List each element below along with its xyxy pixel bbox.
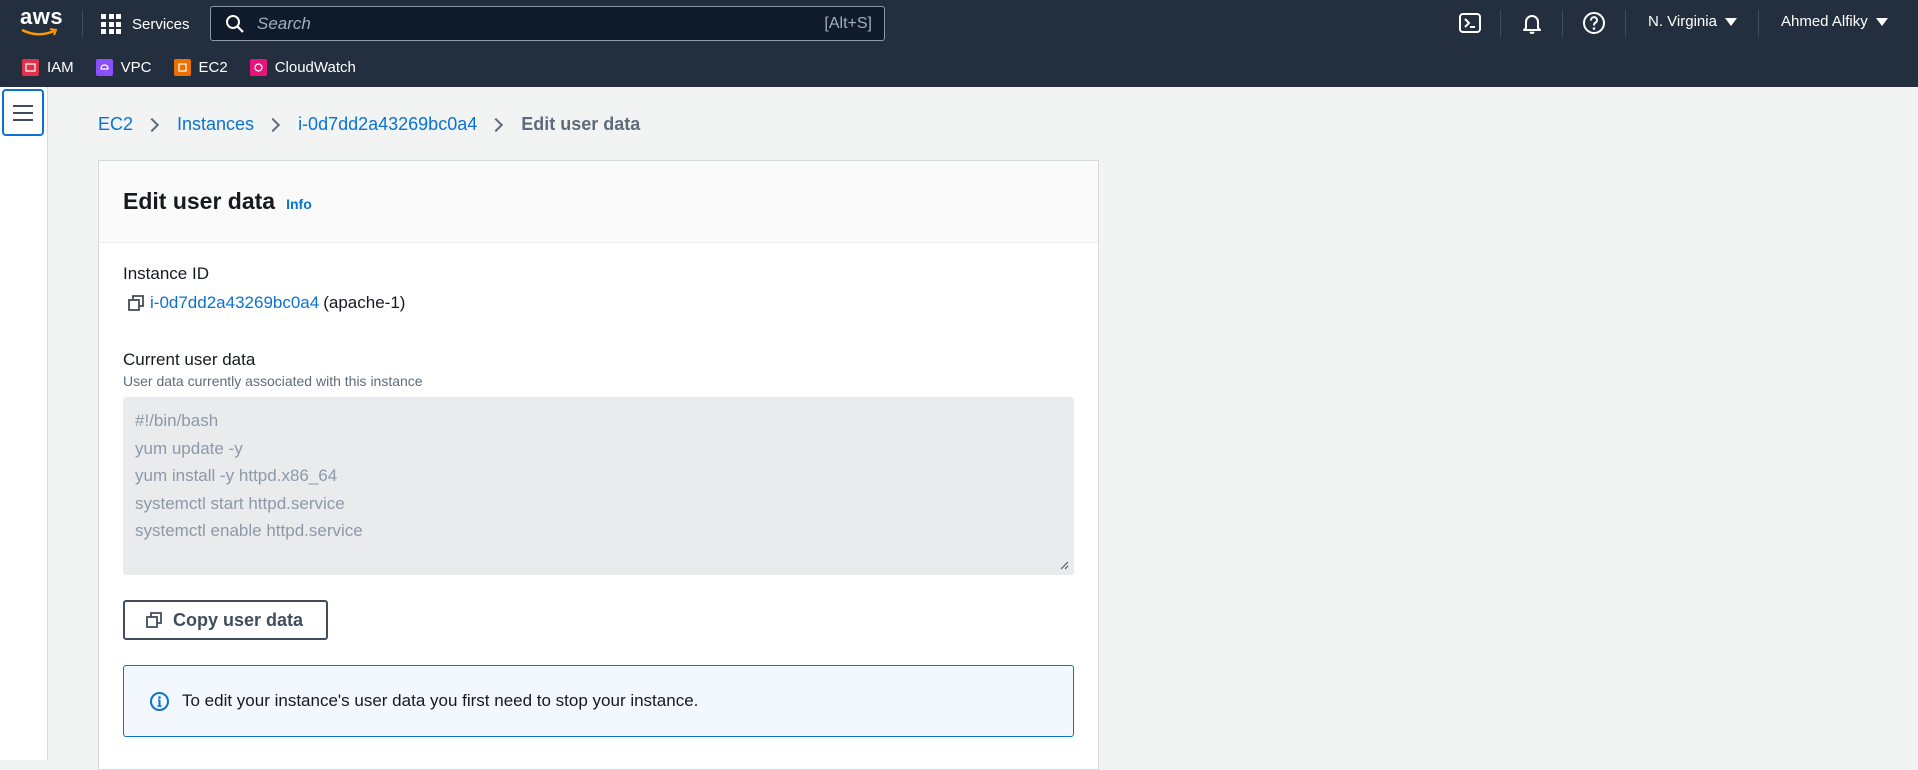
favorites-bar: IAM VPC EC2 CloudWatch (0, 47, 1918, 87)
hamburger-icon-line (13, 111, 33, 114)
instance-id-link[interactable]: i-0d7dd2a43269bc0a4 (150, 293, 319, 313)
bell-icon[interactable] (1520, 11, 1544, 35)
favorite-cloudwatch[interactable]: CloudWatch (249, 58, 356, 76)
nav-divider (1500, 10, 1501, 37)
help-icon[interactable] (1582, 11, 1606, 35)
instance-name: (apache-1) (323, 293, 406, 312)
grid-icon (101, 14, 121, 34)
side-navigation-strip (0, 87, 48, 760)
aws-logo[interactable]: aws (20, 4, 63, 38)
nav-divider (1758, 10, 1759, 37)
iam-icon (22, 58, 39, 76)
caret-down-icon (1875, 17, 1888, 26)
user-data-line: yum update -y (135, 438, 243, 458)
top-navigation: aws Services [Alt+S] N. Virgi (0, 0, 1918, 47)
region-label: N. Virginia (1648, 13, 1717, 30)
nav-divider (1625, 10, 1626, 37)
current-user-data-label: Current user data (123, 350, 256, 369)
favorite-label: EC2 (198, 58, 228, 76)
services-label: Services (132, 15, 190, 33)
page-title: Edit user data (123, 188, 276, 214)
region-selector[interactable]: N. Virginia (1648, 13, 1737, 30)
nav-divider (82, 10, 83, 37)
favorite-label: VPC (120, 58, 152, 76)
search-shortcut-hint: [Alt+S] (824, 14, 872, 32)
search-icon (226, 14, 244, 33)
instance-id-row: i-0d7dd2a43269bc0a4 (apache-1) (127, 293, 405, 313)
open-side-navigation-button[interactable] (2, 89, 44, 136)
favorite-ec2[interactable]: EC2 (173, 58, 228, 76)
cloudwatch-icon (249, 58, 267, 76)
services-menu-button[interactable]: Services (101, 12, 190, 36)
user-data-line: #!/bin/bash (135, 411, 219, 430)
aws-smile-icon (21, 28, 58, 36)
copy-user-data-label: Copy user data (173, 609, 304, 630)
resize-handle-icon[interactable] (1059, 560, 1069, 570)
user-menu[interactable]: Ahmed Alfiky (1781, 13, 1888, 30)
info-alert: To edit your instance's user data you fi… (123, 665, 1074, 737)
copy-user-data-button[interactable]: Copy user data (123, 600, 328, 640)
breadcrumb-current: Edit user data (521, 114, 641, 134)
breadcrumb-instance-id[interactable]: i-0d7dd2a43269bc0a4 (298, 114, 477, 135)
search-input[interactable] (257, 13, 825, 34)
cloudshell-icon[interactable] (1458, 11, 1482, 35)
chevron-right-icon (144, 117, 160, 132)
aws-logo-text: aws (20, 4, 64, 29)
favorite-label: IAM (47, 58, 74, 76)
hamburger-icon-line (13, 104, 33, 107)
edit-user-data-panel: Edit user data Info Instance ID i-0d7dd2… (98, 160, 1099, 770)
user-data-textarea[interactable]: #!/bin/bash yum update -y yum install -y… (123, 397, 1074, 575)
favorite-vpc[interactable]: VPC (95, 58, 152, 76)
user-data-line: yum install -y httpd.x86_64 (135, 466, 338, 485)
chevron-right-icon (489, 117, 504, 132)
current-user-data-description: User data currently associated with this… (123, 373, 423, 389)
user-data-line: systemctl start httpd.service (135, 493, 345, 513)
info-link[interactable]: Info (286, 196, 312, 212)
favorite-iam[interactable]: IAM (22, 58, 74, 76)
caret-down-icon (1724, 17, 1737, 26)
hamburger-icon-line (13, 118, 33, 121)
breadcrumb-ec2[interactable]: EC2 (98, 114, 133, 135)
vpc-icon (95, 58, 113, 76)
favorite-label: CloudWatch (274, 58, 356, 76)
breadcrumb: EC2 Instances i-0d7dd2a43269bc0a4 Edit u… (98, 114, 640, 135)
instance-id-label: Instance ID (123, 264, 209, 283)
copy-icon[interactable] (127, 294, 145, 312)
breadcrumb-instances[interactable]: Instances (177, 114, 254, 135)
copy-icon (146, 612, 162, 628)
user-data-line: systemctl enable httpd.service (135, 521, 363, 540)
user-name: Ahmed Alfiky (1781, 13, 1868, 30)
info-icon (150, 691, 169, 711)
chevron-right-icon (265, 117, 281, 132)
search-bar[interactable]: [Alt+S] (210, 6, 885, 41)
ec2-icon (173, 58, 191, 76)
panel-header: Edit user data Info (99, 161, 1098, 243)
alert-text: To edit your instance's user data you fi… (182, 691, 699, 710)
nav-divider (1562, 10, 1563, 37)
